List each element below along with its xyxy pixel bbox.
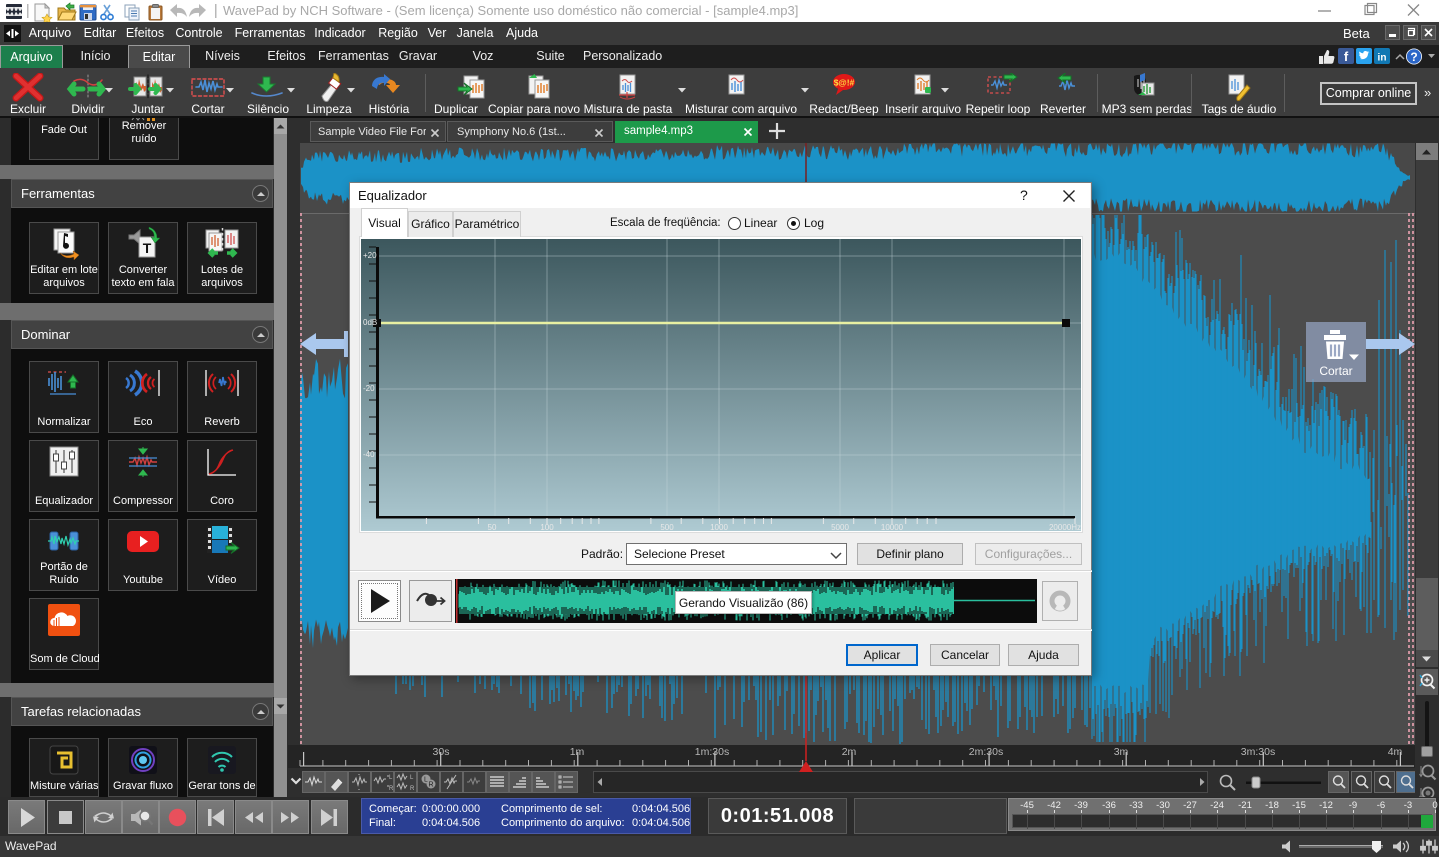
svg-text:T: T (143, 240, 152, 256)
svg-text:L: L (389, 775, 393, 781)
svg-text:R: R (410, 786, 415, 792)
svg-text:f: f (1344, 49, 1349, 64)
svg-text:?: ? (1410, 50, 1417, 64)
svg-text:$@!#: $@!# (834, 78, 855, 88)
svg-text:L: L (410, 775, 414, 781)
svg-text:R: R (428, 782, 433, 789)
svg-text:in: in (1378, 53, 1387, 64)
